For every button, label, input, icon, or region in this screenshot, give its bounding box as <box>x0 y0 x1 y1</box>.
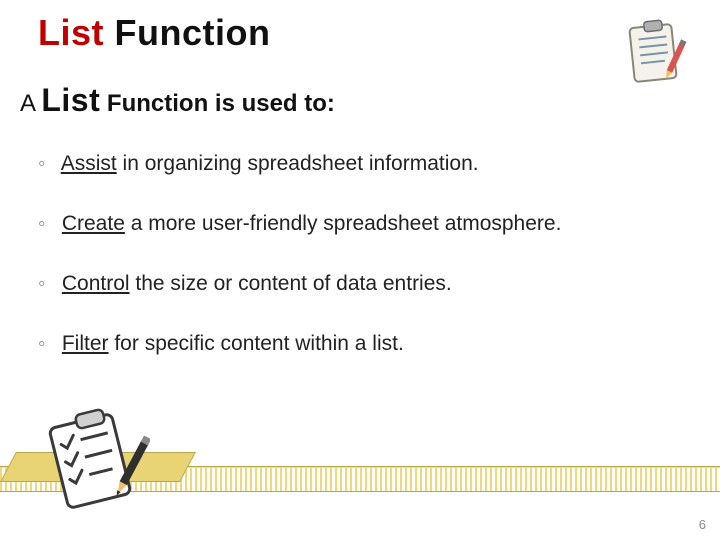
bullet-text: in organizing spreadsheet information. <box>117 152 479 175</box>
bullet-text: for specific content within a list. <box>109 332 404 355</box>
bullet-marker: ◦ <box>38 212 56 236</box>
bullet-keyword: Assist <box>61 152 117 175</box>
list-item: ◦ Filter for specific content within a l… <box>38 332 690 356</box>
clipboard-icon <box>620 18 690 88</box>
bullet-marker: ◦ <box>38 272 56 296</box>
bullet-text: the size or content of data entries. <box>130 272 452 295</box>
list-item: ◦ Control the size or content of data en… <box>38 272 690 296</box>
title-word-list: List <box>38 12 104 53</box>
list-item: ◦ Create a more user-friendly spreadshee… <box>38 212 690 236</box>
bullet-keyword: Create <box>62 212 125 235</box>
subtitle-keyword: List <box>41 82 100 118</box>
clipboard-check-icon <box>40 408 150 518</box>
title-word-function: Function <box>115 12 271 53</box>
bullet-marker: ◦ <box>38 332 56 356</box>
list-item: ◦ Assist in organizing spreadsheet infor… <box>38 152 690 176</box>
bullet-list: ◦ Assist in organizing spreadsheet infor… <box>38 152 690 392</box>
page-title: List Function <box>38 12 271 54</box>
page-number: 6 <box>699 517 706 532</box>
subtitle-rest: Function is used to: <box>100 90 335 117</box>
subtitle-prefix: A <box>20 90 41 117</box>
bullet-keyword: Control <box>62 272 130 295</box>
bullet-text: a more user-friendly spreadsheet atmosph… <box>125 212 562 235</box>
subtitle: A List Function is used to: <box>20 82 335 119</box>
bullet-marker: ◦ <box>38 152 56 176</box>
bullet-keyword: Filter <box>62 332 109 355</box>
slide: List Function A List Function is used to… <box>0 0 720 540</box>
